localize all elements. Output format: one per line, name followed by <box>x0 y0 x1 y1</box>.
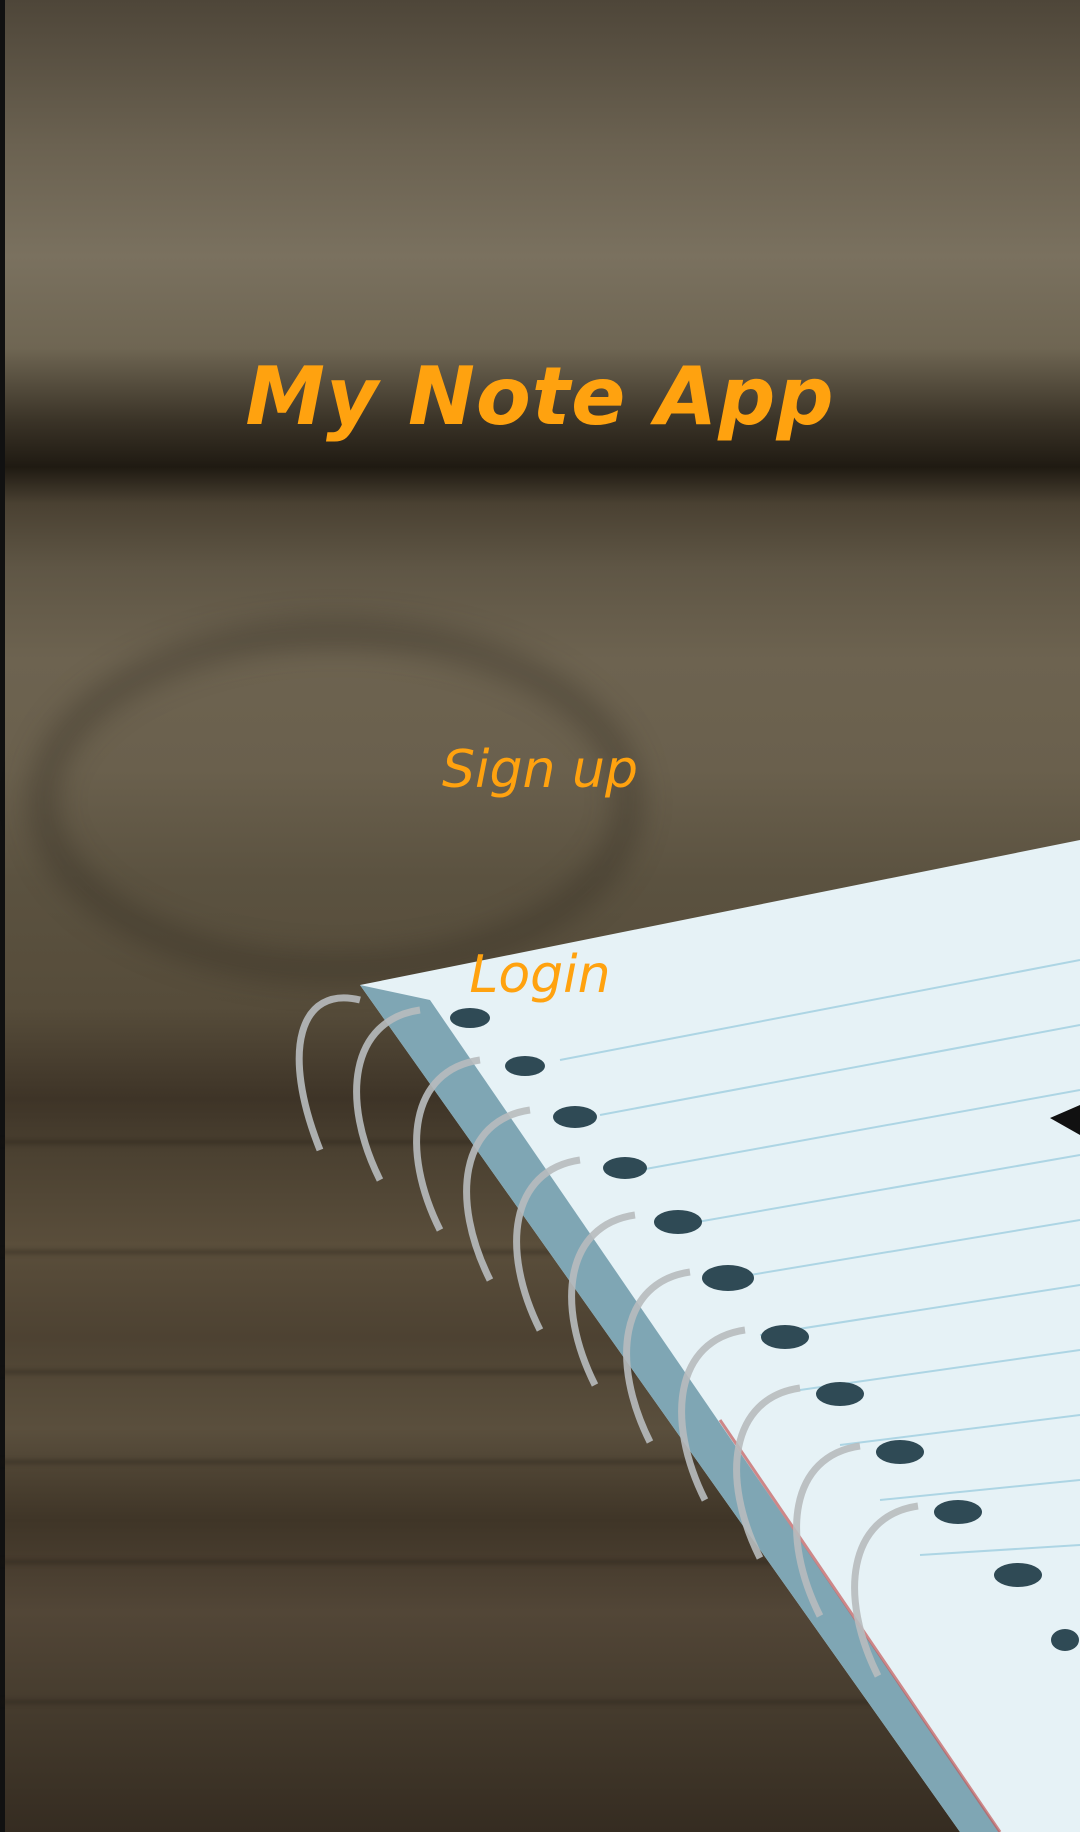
sign-up-button[interactable]: Sign up <box>0 740 1080 800</box>
app-title: My Note App <box>245 350 835 443</box>
welcome-screen: My Note App Sign up Login <box>0 0 1080 1832</box>
login-button[interactable]: Login <box>0 945 1080 1005</box>
notebook-image <box>295 840 1080 1832</box>
